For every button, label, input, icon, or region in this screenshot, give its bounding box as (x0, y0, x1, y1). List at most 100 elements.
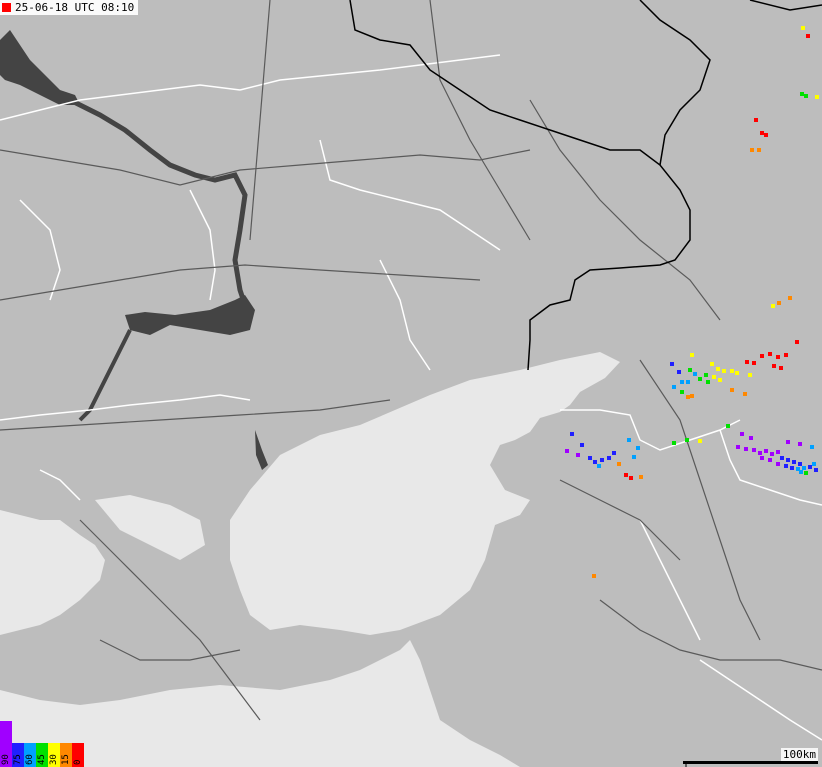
strike (706, 380, 710, 384)
strike (758, 451, 762, 455)
strike (698, 377, 702, 381)
strike (712, 375, 716, 379)
legend-label: 15 (61, 754, 71, 765)
strike (788, 296, 792, 300)
strike (784, 353, 788, 357)
strike (804, 94, 808, 98)
strike (770, 452, 774, 456)
strike (802, 466, 806, 470)
strike (754, 118, 758, 122)
strike (798, 442, 802, 446)
strike (624, 473, 628, 477)
strike (780, 456, 784, 460)
strike (760, 456, 764, 460)
scale-bar-line (683, 761, 818, 764)
strike (680, 390, 684, 394)
strike (735, 371, 739, 375)
strike (607, 456, 611, 460)
strike (680, 380, 684, 384)
legend-label: 30 (49, 754, 59, 765)
strike (745, 360, 749, 364)
strike (792, 460, 796, 464)
legend-label: 75 (13, 754, 23, 765)
strike (710, 362, 714, 366)
strike (779, 366, 783, 370)
strike (795, 340, 799, 344)
strike (565, 449, 569, 453)
marker-square-icon (2, 3, 11, 12)
scale-label: 100km (780, 748, 818, 761)
strike (752, 448, 756, 452)
strike (730, 369, 734, 373)
strike (588, 456, 592, 460)
strike (736, 445, 740, 449)
strike (592, 574, 596, 578)
strike (580, 443, 584, 447)
strike (760, 354, 764, 358)
strike (597, 464, 601, 468)
strike (677, 370, 681, 374)
strike (730, 388, 734, 392)
strike (726, 424, 730, 428)
timestamp-label: 25-06-18 UTC 08:10 (0, 0, 139, 15)
strike (740, 432, 744, 436)
strike (804, 471, 808, 475)
strike (799, 470, 803, 474)
strike (570, 432, 574, 436)
legend-label: 90 (1, 754, 11, 765)
strike (686, 380, 690, 384)
strike (627, 438, 631, 442)
strike (686, 395, 690, 399)
strike (744, 447, 748, 451)
strike (784, 464, 788, 468)
strike (776, 355, 780, 359)
strike (693, 372, 697, 376)
strike (600, 458, 604, 462)
strike (749, 436, 753, 440)
strike (772, 364, 776, 368)
strike (800, 92, 804, 96)
strike (636, 446, 640, 450)
strike (750, 148, 754, 152)
strike (814, 468, 818, 472)
strike (798, 462, 802, 466)
strike (685, 438, 689, 442)
lightning-map (0, 0, 822, 767)
timestamp-text: 25-06-18 UTC 08:10 (15, 1, 135, 14)
strike (808, 465, 812, 469)
strike (690, 353, 694, 357)
strike (752, 361, 756, 365)
strike (815, 95, 819, 99)
strike (672, 385, 676, 389)
strike (612, 451, 616, 455)
strike (777, 301, 781, 305)
strike (810, 445, 814, 449)
scale-bar: 100km (683, 748, 818, 764)
strike (776, 450, 780, 454)
strike (743, 392, 747, 396)
strike (790, 466, 794, 470)
strike (764, 449, 768, 453)
strike (722, 369, 726, 373)
strike (576, 453, 580, 457)
strike (764, 133, 768, 137)
strike (632, 455, 636, 459)
strike (698, 439, 702, 443)
age-legend: 90 75 60 45 30 15 0 (0, 721, 96, 767)
strike (812, 462, 816, 466)
strike (768, 458, 772, 462)
strike (771, 304, 775, 308)
strike (718, 378, 722, 382)
strike (786, 440, 790, 444)
strike (748, 373, 752, 377)
strike (768, 352, 772, 356)
strike (704, 373, 708, 377)
strike (776, 462, 780, 466)
strike (688, 368, 692, 372)
strike (760, 131, 764, 135)
strike (757, 148, 761, 152)
strike (617, 462, 621, 466)
strike (690, 394, 694, 398)
strike (716, 367, 720, 371)
strike (786, 458, 790, 462)
